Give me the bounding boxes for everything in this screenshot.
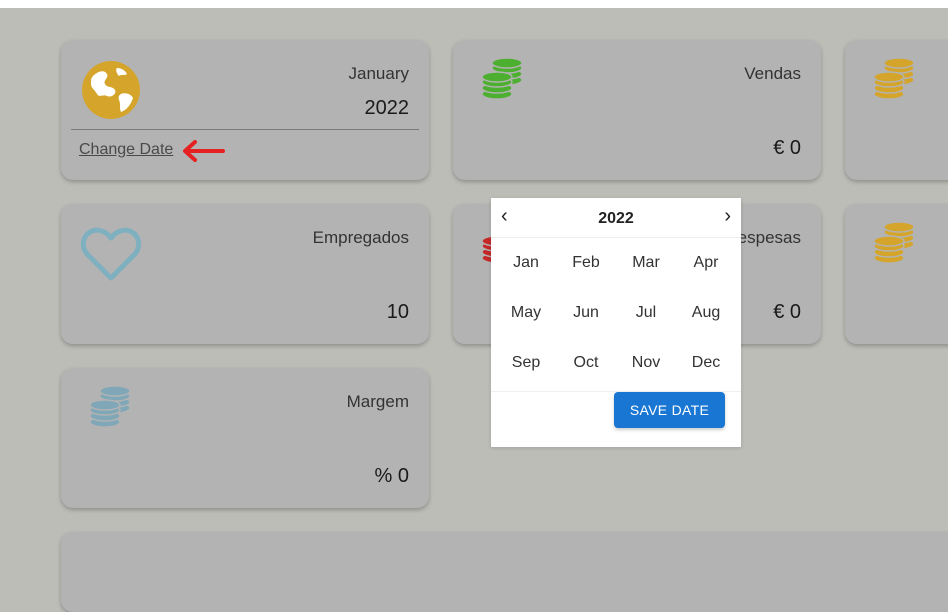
- heart-icon: [80, 227, 142, 281]
- month-jan[interactable]: Jan: [496, 238, 556, 288]
- empregados-value: 10: [386, 301, 409, 323]
- date-month: January: [348, 64, 409, 83]
- coins-icon: [873, 58, 915, 100]
- month-picker: ‹ 2022 › Jan Feb Mar Apr May Jun Jul Aug…: [491, 198, 741, 447]
- globe-icon: [82, 61, 140, 119]
- month-sep[interactable]: Sep: [496, 338, 556, 388]
- vendas-title: Vendas: [744, 64, 801, 83]
- coins-icon: [873, 222, 915, 264]
- partial-card-middle: [845, 204, 948, 344]
- month-jul[interactable]: Jul: [616, 288, 676, 338]
- empregados-title: Empregados: [312, 228, 409, 247]
- month-dec[interactable]: Dec: [676, 338, 736, 388]
- month-nov[interactable]: Nov: [616, 338, 676, 388]
- picker-header: ‹ 2022 ›: [491, 198, 741, 238]
- bottom-panel: [61, 532, 948, 612]
- date-year: 2022: [364, 97, 410, 119]
- margem-title: Margem: [346, 392, 409, 411]
- margem-value: % 0: [374, 465, 409, 487]
- arrow-left-icon: [183, 140, 225, 162]
- date-card: January 2022 Change Date: [61, 40, 429, 180]
- change-date-link[interactable]: Change Date: [79, 141, 173, 159]
- partial-card-top: [845, 40, 948, 180]
- vendas-value: € 0: [773, 137, 801, 159]
- picker-year[interactable]: 2022: [491, 210, 741, 228]
- despesas-value: € 0: [773, 301, 801, 323]
- coins-icon: [89, 386, 131, 428]
- save-date-button[interactable]: SAVE DATE: [614, 392, 725, 428]
- vendas-card: Vendas € 0: [453, 40, 821, 180]
- month-aug[interactable]: Aug: [676, 288, 736, 338]
- empregados-card: Empregados 10: [61, 204, 429, 344]
- divider: [71, 129, 419, 130]
- next-year-button[interactable]: ›: [724, 206, 731, 226]
- month-may[interactable]: May: [496, 288, 556, 338]
- top-bar: [0, 0, 948, 8]
- month-feb[interactable]: Feb: [556, 238, 616, 288]
- month-jun[interactable]: Jun: [556, 288, 616, 338]
- month-mar[interactable]: Mar: [616, 238, 676, 288]
- coins-icon: [481, 58, 523, 100]
- margem-card: Margem % 0: [61, 368, 429, 508]
- month-apr[interactable]: Apr: [676, 238, 736, 288]
- month-oct[interactable]: Oct: [556, 338, 616, 388]
